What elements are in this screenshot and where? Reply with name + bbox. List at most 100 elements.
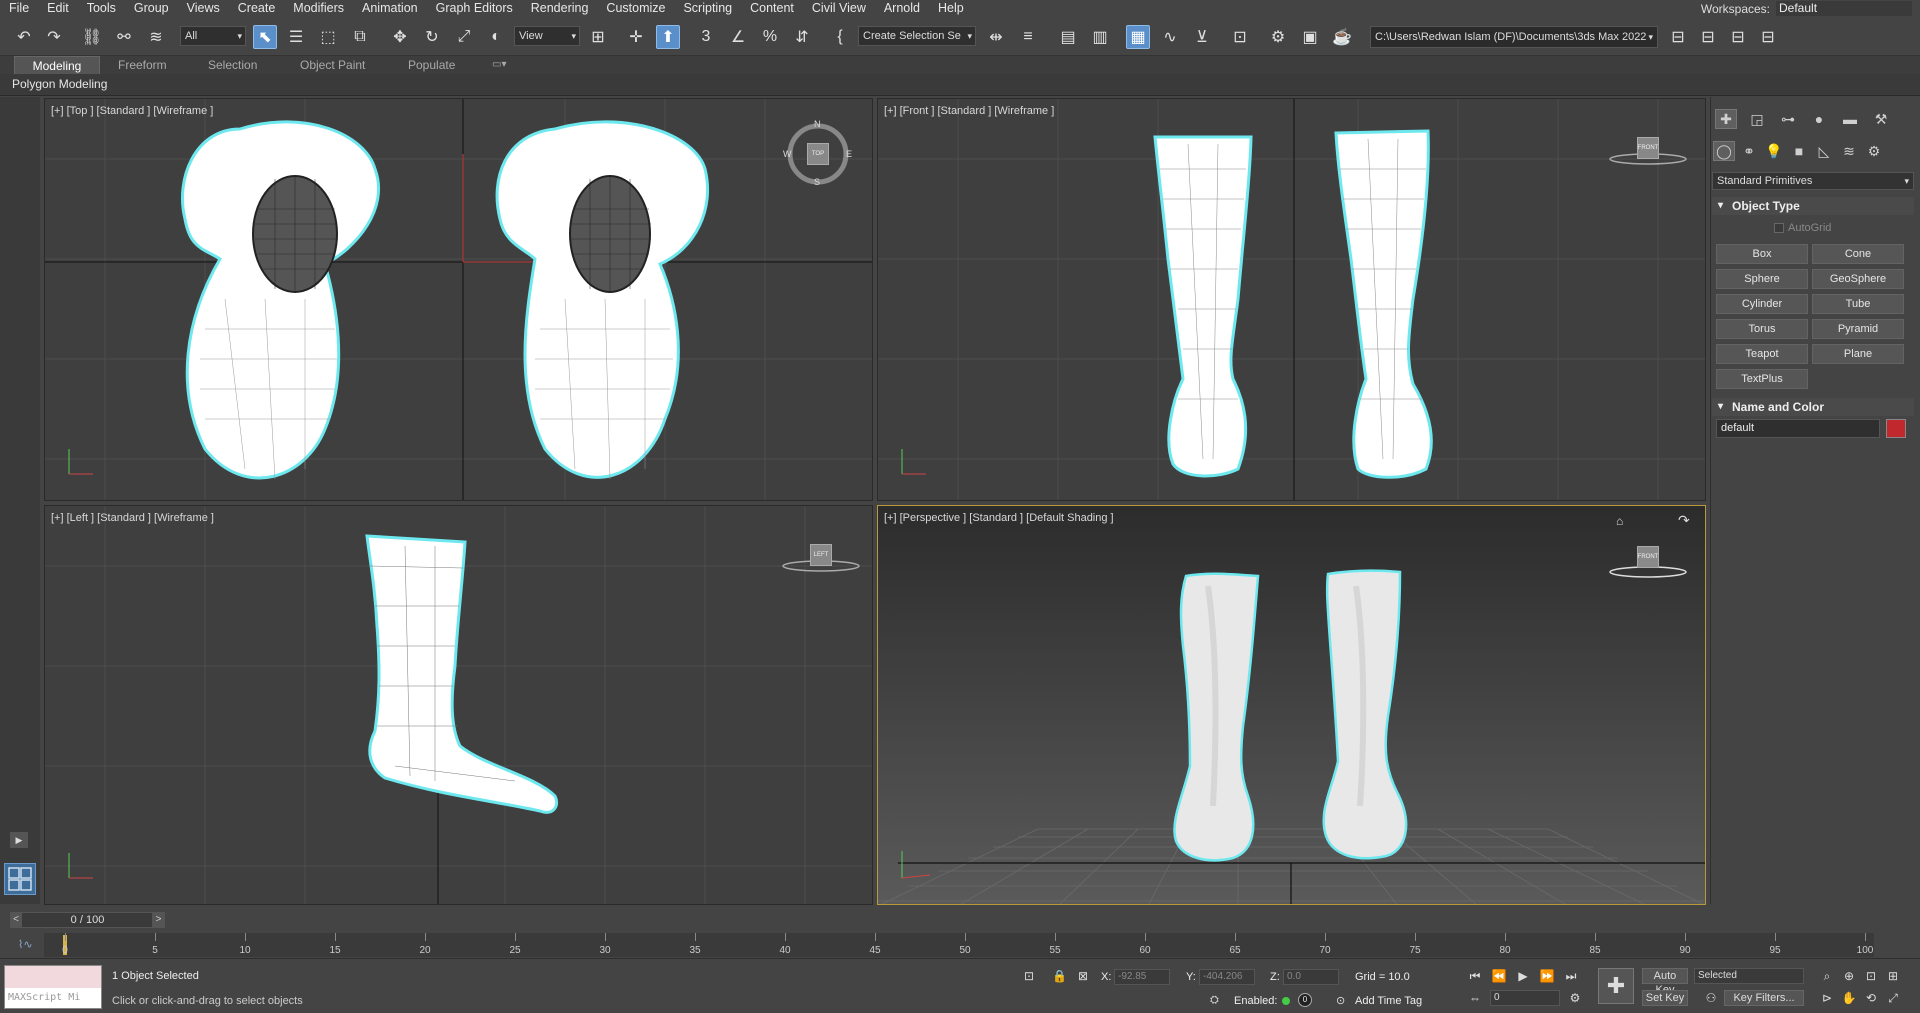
scene-explorer-icon[interactable]: ▤ <box>1056 25 1080 49</box>
tube-button[interactable]: Tube <box>1812 294 1904 314</box>
named-selection-dropdown[interactable]: Create Selection Se <box>858 26 976 46</box>
geosphere-button[interactable]: GeoSphere <box>1812 269 1904 289</box>
redo-icon[interactable]: ↷ <box>42 25 66 49</box>
left-foot-top[interactable] <box>180 120 381 480</box>
ribbon-tab-object-paint[interactable]: Object Paint <box>292 56 373 74</box>
selection-lock-icon[interactable]: 🔒 <box>1052 969 1067 983</box>
menu-content[interactable]: Content <box>741 0 803 17</box>
add-time-tag[interactable]: Add Time Tag <box>1355 995 1422 1007</box>
z-coord-field[interactable]: 0.0 <box>1283 969 1339 985</box>
zoom-extents-icon[interactable]: ⊡ <box>1862 968 1880 984</box>
render-production-icon[interactable]: ☕ <box>1330 25 1354 49</box>
viewcube-top[interactable]: TOP N S E W <box>783 119 852 187</box>
ribbon-tab-freeform[interactable]: Freeform <box>110 56 175 74</box>
menu-arnold[interactable]: Arnold <box>875 0 929 17</box>
move-icon[interactable]: ✥ <box>388 25 412 49</box>
cylinder-button[interactable]: Cylinder <box>1716 294 1808 314</box>
project-path-dropdown[interactable]: C:\Users\Redwan Islam (DF)\Documents\3ds… <box>1370 26 1658 48</box>
schematic-view-icon[interactable]: ⊻ <box>1190 25 1214 49</box>
object-color-swatch[interactable] <box>1886 419 1906 438</box>
create-project-icon[interactable]: ⊟ <box>1726 25 1750 49</box>
link-icon[interactable]: ⛓ <box>80 25 104 49</box>
viewport-front-label[interactable]: [+] [Front ] [Standard ] [Wireframe ] <box>884 105 1054 117</box>
lights-icon[interactable]: 💡 <box>1763 141 1785 161</box>
viewport-perspective-label[interactable]: [+] [Perspective ] [Standard ] [Default … <box>884 512 1114 524</box>
menu-customize[interactable]: Customize <box>597 0 674 17</box>
y-coord-field[interactable]: -404.206 <box>1199 969 1255 985</box>
next-frame-icon[interactable]: ⏩ <box>1538 968 1556 984</box>
maxscript-listener[interactable]: MAXScript Mi <box>4 965 102 1009</box>
helpers-icon[interactable]: ◺ <box>1813 141 1835 161</box>
motion-tab-icon[interactable]: ● <box>1808 109 1830 129</box>
menu-file[interactable]: File <box>0 0 38 17</box>
project-settings-icon[interactable]: ⊟ <box>1756 25 1780 49</box>
left-leg-front[interactable] <box>1153 135 1253 478</box>
current-frame-field[interactable]: 0 <box>1490 990 1560 1006</box>
zoom-extents-all-icon[interactable]: ⊞ <box>1884 968 1902 984</box>
ribbon-options-icon[interactable]: ▭▾ <box>484 56 514 74</box>
material-editor-icon[interactable]: ⊡ <box>1228 25 1252 49</box>
rectangular-selection-icon[interactable]: ⬚ <box>316 25 340 49</box>
render-setup-icon[interactable]: ⚙ <box>1266 25 1290 49</box>
menu-views[interactable]: Views <box>178 0 229 17</box>
maxscript-output[interactable] <box>5 966 101 988</box>
go-to-end-icon[interactable]: ⏭ <box>1562 968 1580 984</box>
rendered-frame-window-icon[interactable]: ▣ <box>1298 25 1322 49</box>
systems-icon[interactable]: ⚙ <box>1863 141 1885 161</box>
viewport-perspective[interactable]: [+] [Perspective ] [Standard ] [Default … <box>877 505 1706 905</box>
go-to-start-icon[interactable]: ⏮ <box>1466 968 1484 984</box>
menu-create[interactable]: Create <box>229 0 285 17</box>
time-tag-icon[interactable]: ⊙ <box>1336 994 1345 1007</box>
curve-editor-icon[interactable]: ∿ <box>1158 25 1182 49</box>
play-icon[interactable]: ▶ <box>1514 968 1532 984</box>
viewport-front[interactable]: [+] [Front ] [Standard ] [Wireframe ] FR… <box>877 98 1706 501</box>
workspace-dropdown[interactable]: Default <box>1776 1 1912 16</box>
primitive-category-dropdown[interactable]: Standard Primitives <box>1712 172 1914 190</box>
pan-icon[interactable]: ✋ <box>1840 990 1858 1006</box>
modify-tab-icon[interactable]: ◲ <box>1746 109 1768 129</box>
undo-icon[interactable]: ↶ <box>12 25 36 49</box>
hierarchy-tab-icon[interactable]: ⊶ <box>1777 109 1799 129</box>
open-project-icon[interactable]: ⊟ <box>1696 25 1720 49</box>
zoom-icon[interactable]: ⌕ <box>1818 968 1836 984</box>
orbit-arrow-icon[interactable]: ↷ <box>1678 512 1690 529</box>
layer-explorer-icon[interactable]: ▥ <box>1088 25 1112 49</box>
viewport-top[interactable]: [+] [Top ] [Standard ] [Wireframe ] TOP … <box>44 98 873 501</box>
sphere-button[interactable]: Sphere <box>1716 269 1808 289</box>
viewport-layout-icon[interactable] <box>4 863 36 895</box>
key-filters-icon[interactable]: ⚇ <box>1702 990 1720 1006</box>
isolate-selection-icon[interactable]: ⊡ <box>1024 969 1034 983</box>
bind-space-warp-icon[interactable]: ≋ <box>144 25 168 49</box>
menu-edit[interactable]: Edit <box>38 0 78 17</box>
select-manipulate-icon[interactable]: ✛ <box>624 25 648 49</box>
project-folder-icon[interactable]: ⊟ <box>1666 25 1690 49</box>
menu-animation[interactable]: Animation <box>353 0 427 17</box>
key-mode-dropdown[interactable]: Selected <box>1694 968 1804 984</box>
menu-graph-editors[interactable]: Graph Editors <box>427 0 522 17</box>
object-type-rollout-header[interactable]: Object Type <box>1712 197 1914 215</box>
torus-button[interactable]: Torus <box>1716 319 1808 339</box>
edit-named-selection-icon[interactable]: { <box>828 25 852 49</box>
space-warps-icon[interactable]: ≋ <box>1838 141 1860 161</box>
script-count-icon[interactable]: 0 <box>1298 993 1312 1007</box>
key-filters-button[interactable]: Key Filters... <box>1724 990 1804 1006</box>
viewport-left-label[interactable]: [+] [Left ] [Standard ] [Wireframe ] <box>51 512 214 524</box>
menu-help[interactable]: Help <box>929 0 973 17</box>
place-icon[interactable]: ◐ <box>484 25 508 49</box>
utilities-tab-icon[interactable]: ⚒ <box>1870 109 1892 129</box>
menu-tools[interactable]: Tools <box>78 0 125 17</box>
home-icon[interactable]: ⌂ <box>1616 514 1623 528</box>
zoom-all-icon[interactable]: ⊕ <box>1840 968 1858 984</box>
box-button[interactable]: Box <box>1716 244 1808 264</box>
polygon-modeling-panel[interactable]: Polygon Modeling <box>12 77 107 91</box>
viewcube-face-front[interactable]: FRONT <box>1637 137 1659 159</box>
viewport-top-label[interactable]: [+] [Top ] [Standard ] [Wireframe ] <box>51 105 213 117</box>
x-coord-field[interactable]: -92.85 <box>1114 969 1170 985</box>
display-tab-icon[interactable]: ▬ <box>1839 109 1861 129</box>
orbit-icon[interactable]: ⟲ <box>1862 990 1880 1006</box>
time-slider-next-icon[interactable]: > <box>152 912 165 928</box>
object-name-field[interactable]: default <box>1716 419 1880 438</box>
keyboard-shortcut-override-icon[interactable]: ⬆ <box>656 25 680 49</box>
auto-key-button[interactable]: Auto Key <box>1642 968 1688 996</box>
snaps-toggle-icon[interactable]: 3 <box>694 25 718 49</box>
